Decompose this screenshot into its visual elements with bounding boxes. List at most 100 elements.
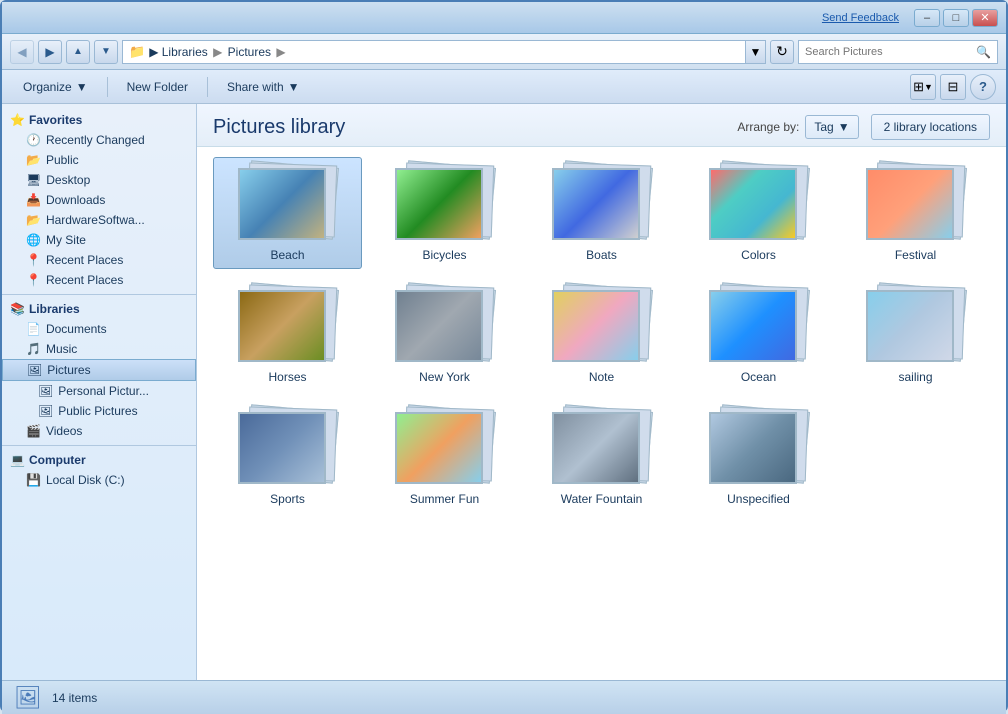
folder-item-new-york[interactable]: New York	[370, 279, 519, 391]
star-icon: ⭐	[10, 113, 25, 127]
address-path[interactable]: 📁 ▶ Libraries ▶ Pictures ▶	[122, 40, 746, 64]
forward-button[interactable]: ▶	[38, 40, 62, 64]
folder-item-note[interactable]: Note	[527, 279, 676, 391]
disk-icon: 💾	[26, 473, 41, 487]
folder-grid: Beach Bicycles Boats	[213, 157, 990, 513]
sidebar-item-music[interactable]: 🎵 Music	[2, 339, 196, 359]
folder-label: Festival	[895, 248, 936, 262]
views-button[interactable]: ⊞ ▼	[910, 74, 936, 100]
folder-item-sailing[interactable]: sailing	[841, 279, 990, 391]
folder-label: Unspecified	[727, 492, 790, 506]
send-feedback-link[interactable]: Send Feedback	[822, 12, 899, 24]
folder-item-beach[interactable]: Beach	[213, 157, 362, 269]
lib-icon: 📚	[10, 302, 25, 316]
libraries-section: 📚 Libraries 📄 Documents 🎵 Music 🖼 Pictur…	[2, 299, 196, 441]
photo-front	[395, 412, 483, 484]
folder-stack	[709, 286, 809, 366]
folder-item-bicycles[interactable]: Bicycles	[370, 157, 519, 269]
search-box: 🔍	[798, 40, 998, 64]
folder-stack	[238, 286, 338, 366]
photo-front	[238, 412, 326, 484]
folder-icon-hw: 📂	[26, 213, 41, 227]
folder-icon: 📁	[129, 44, 145, 60]
toolbar-separator-1	[107, 77, 108, 97]
sidebar-item-recent-places-1[interactable]: 📍 Recent Places	[2, 250, 196, 270]
sidebar-item-videos[interactable]: 🎬 Videos	[2, 421, 196, 441]
close-button[interactable]: ✕	[972, 9, 998, 27]
minimize-button[interactable]: –	[914, 9, 940, 27]
public-pics-icon: 🖼	[38, 404, 53, 418]
sidebar-item-recent-places-2[interactable]: 📍 Recent Places	[2, 270, 196, 290]
sidebar-item-personal-pictures[interactable]: 🖼 Personal Pictur...	[2, 381, 196, 401]
computer-header[interactable]: 💻 Computer	[2, 450, 196, 470]
library-locations-button[interactable]: 2 library locations	[871, 114, 990, 140]
sidebar-item-desktop[interactable]: 🖥 Desktop	[2, 170, 196, 190]
folder-label: Ocean	[741, 370, 776, 384]
refresh-button[interactable]: ↻	[770, 40, 794, 64]
sidebar: ⭐ Favorites 🕐 Recently Changed 📂 Public …	[2, 104, 197, 680]
arrange-chevron-icon: ▼	[838, 120, 850, 134]
folder-item-sports[interactable]: Sports	[213, 401, 362, 513]
favorites-header[interactable]: ⭐ Favorites	[2, 110, 196, 130]
sidebar-item-documents[interactable]: 📄 Documents	[2, 319, 196, 339]
folder-item-water-fountain[interactable]: Water Fountain	[527, 401, 676, 513]
arrange-dropdown[interactable]: Tag ▼	[805, 115, 858, 139]
folder-stack	[866, 286, 966, 366]
sidebar-item-recently-changed[interactable]: 🕐 Recently Changed	[2, 130, 196, 150]
photo-front	[709, 290, 797, 362]
personal-pics-icon: 🖼	[38, 384, 53, 398]
recent-locations-button[interactable]: ▼	[94, 40, 118, 64]
site-icon: 🌐	[26, 233, 41, 247]
help-button[interactable]: ?	[970, 74, 996, 100]
preview-pane-button[interactable]: ⊟	[940, 74, 966, 100]
organize-button[interactable]: Organize ▼	[12, 74, 99, 100]
sidebar-item-public-pictures[interactable]: 🖼 Public Pictures	[2, 401, 196, 421]
back-button[interactable]: ◀	[10, 40, 34, 64]
libraries-header[interactable]: 📚 Libraries	[2, 299, 196, 319]
main-area: ⭐ Favorites 🕐 Recently Changed 📂 Public …	[2, 104, 1006, 680]
sidebar-item-downloads[interactable]: 📥 Downloads	[2, 190, 196, 210]
up-button[interactable]: ▲	[66, 40, 90, 64]
folder-item-summer-fun[interactable]: Summer Fun	[370, 401, 519, 513]
sidebar-item-pictures[interactable]: 🖼 Pictures	[2, 359, 196, 381]
chevron-down-icon: ▼	[76, 80, 88, 94]
folder-item-ocean[interactable]: Ocean	[684, 279, 833, 391]
toolbar-right: ⊞ ▼ ⊟ ?	[910, 74, 996, 100]
arrange-label: Arrange by:	[737, 120, 799, 134]
search-icon[interactable]: 🔍	[976, 45, 991, 59]
sidebar-divider-1	[2, 294, 196, 295]
photo-front	[866, 168, 954, 240]
folder-label: Sports	[270, 492, 305, 506]
search-input[interactable]	[805, 46, 976, 58]
videos-icon: 🎬	[26, 424, 41, 438]
maximize-button[interactable]: □	[943, 9, 969, 27]
status-bar: 🖼 14 items	[2, 680, 1006, 714]
sidebar-divider-2	[2, 445, 196, 446]
photo-front	[238, 168, 326, 240]
share-with-button[interactable]: Share with ▼	[216, 74, 311, 100]
path-label: ▶ Libraries ▶ Pictures ▶	[149, 45, 287, 59]
folder-label: New York	[419, 370, 470, 384]
sidebar-item-public[interactable]: 📂 Public	[2, 150, 196, 170]
computer-icon: 💻	[10, 453, 25, 467]
folder-item-colors[interactable]: Colors	[684, 157, 833, 269]
photo-front	[552, 290, 640, 362]
folder-item-boats[interactable]: Boats	[527, 157, 676, 269]
address-bar: ◀ ▶ ▲ ▼ 📁 ▶ Libraries ▶ Pictures ▶ ▼ ↻ 🔍	[2, 34, 1006, 70]
photo-front	[552, 412, 640, 484]
photo-front	[395, 290, 483, 362]
folder-grid-scroll: Beach Bicycles Boats	[197, 147, 1006, 680]
folder-item-festival[interactable]: Festival	[841, 157, 990, 269]
folder-item-unspecified[interactable]: Unspecified	[684, 401, 833, 513]
folder-stack	[238, 408, 338, 488]
folder-stack	[709, 164, 809, 244]
new-folder-button[interactable]: New Folder	[116, 74, 199, 100]
photo-front	[866, 290, 954, 362]
address-dropdown[interactable]: ▼	[746, 40, 766, 64]
sidebar-item-local-disk[interactable]: 💾 Local Disk (C:)	[2, 470, 196, 490]
folder-item-horses[interactable]: Horses	[213, 279, 362, 391]
address-path-container: 📁 ▶ Libraries ▶ Pictures ▶ ▼	[122, 40, 766, 64]
sidebar-item-hardwaresoftware[interactable]: 📂 HardwareSoftwa...	[2, 210, 196, 230]
content-header: Pictures library Arrange by: Tag ▼ 2 lib…	[197, 104, 1006, 147]
sidebar-item-my-site[interactable]: 🌐 My Site	[2, 230, 196, 250]
